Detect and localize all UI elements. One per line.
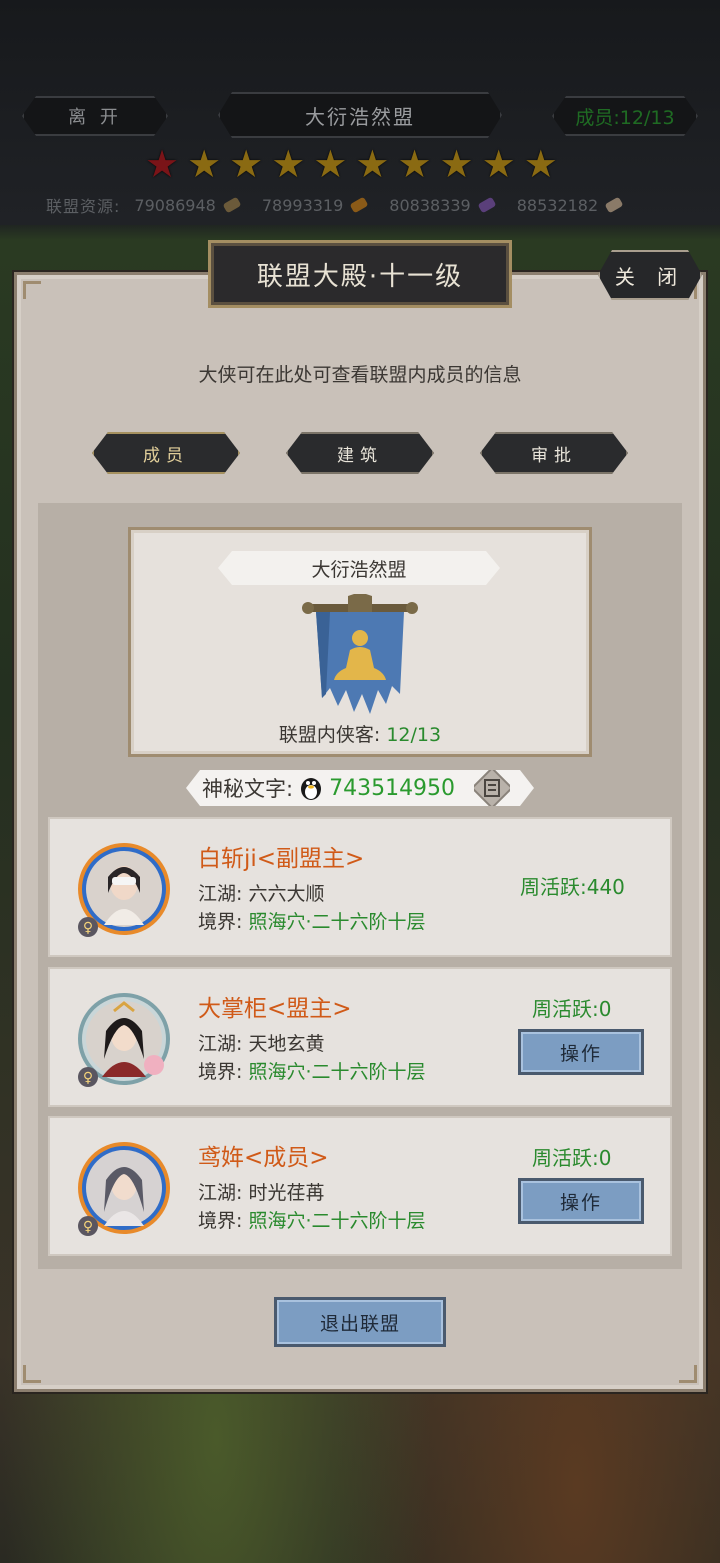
alliance-stars: ★ ★ ★ ★ ★ ★ ★ ★ ★ ★	[145, 145, 558, 183]
guest-count-label: 联盟内侠客:	[278, 724, 381, 746]
jianghu-value: 天地玄黄	[248, 1033, 325, 1055]
wood-icon	[349, 196, 369, 214]
panel-title: 联盟大殿·十一级	[208, 240, 512, 308]
jianghu-label: 江湖:	[198, 883, 243, 905]
star-icon: ★	[397, 142, 432, 186]
svg-text:♀: ♀	[83, 1219, 93, 1235]
weekly-activity: 周活跃:0	[532, 997, 612, 1021]
close-button[interactable]: 关 闭	[598, 250, 702, 300]
star-icon: ★	[271, 142, 306, 186]
avatar: ♀	[78, 1142, 170, 1236]
qq-penguin-icon	[299, 775, 323, 801]
member-row[interactable]: ♀ 白斩ji<副盟主> 江湖: 六六大顺 境界: 照海穴·二十六阶十层 周活跃:…	[48, 817, 672, 957]
jianghu-label: 江湖:	[198, 1182, 243, 1204]
member-name: 白斩ji<副盟主>	[198, 846, 365, 872]
jianghu-value: 六六大顺	[248, 883, 325, 905]
tab-buildings[interactable]: 建筑	[286, 432, 434, 474]
member-name: 大掌柜<盟主>	[198, 996, 352, 1022]
resource-item: 78993319	[261, 195, 369, 215]
corner-ornament	[679, 1365, 697, 1383]
weekly-activity: 周活跃:0	[532, 1146, 612, 1170]
panel-description: 大侠可在此处可查看联盟内成员的信息	[198, 364, 522, 386]
alliance-resources: 联盟资源: 79086948 78993319 80838339 8853218…	[46, 193, 644, 217]
alliance-flag-icon	[302, 594, 418, 714]
copy-icon[interactable]	[474, 770, 510, 806]
member-operate-button[interactable]: 操作	[518, 1178, 644, 1224]
resource-value: 80838339	[389, 195, 471, 215]
jianghu-value: 时光荏苒	[248, 1182, 325, 1204]
resource-value: 88532182	[516, 195, 599, 215]
tab-members[interactable]: 成员	[92, 432, 240, 474]
realm-value: 照海穴·二十六阶十层	[248, 1061, 426, 1083]
crystal-icon	[477, 196, 497, 214]
member-realm: 境界: 照海穴·二十六阶十层	[198, 1057, 426, 1084]
resource-value: 79086948	[134, 195, 216, 215]
mystery-text-value: 743514950	[329, 775, 456, 801]
svg-text:♀: ♀	[83, 920, 93, 936]
resource-item: 79086948	[134, 195, 242, 215]
tab-approval[interactable]: 审批	[480, 432, 628, 474]
member-realm: 境界: 照海穴·二十六阶十层	[198, 907, 426, 934]
corner-ornament	[23, 1365, 41, 1383]
member-jianghu: 江湖: 时光荏苒	[198, 1178, 324, 1205]
realm-label: 境界:	[198, 1210, 243, 1232]
resource-value: 78993319	[261, 195, 344, 215]
star-icon: ★	[481, 142, 516, 186]
member-jianghu: 江湖: 六六大顺	[198, 879, 324, 906]
scroll-icon	[222, 196, 242, 214]
star-icon: ★	[439, 142, 474, 186]
member-row[interactable]: ♀ 大掌柜<盟主> 江湖: 天地玄黄 境界: 照海穴·二十六阶十层 周活跃:0 …	[48, 967, 672, 1107]
ingot-icon	[604, 196, 624, 214]
member-count: 成员:12/13	[552, 96, 698, 136]
weekly-activity: 周活跃:440	[520, 875, 625, 899]
star-icon: ★	[355, 142, 390, 186]
leave-button[interactable]: 离 开	[22, 96, 168, 136]
jianghu-label: 江湖:	[198, 1033, 243, 1055]
resource-item: 80838339	[389, 195, 497, 215]
star-icon: ★	[229, 142, 264, 186]
avatar: ♀	[78, 993, 170, 1087]
mystery-text-label: 神秘文字:	[202, 777, 294, 801]
member-realm: 境界: 照海穴·二十六阶十层	[198, 1206, 426, 1233]
realm-value: 照海穴·二十六阶十层	[248, 911, 426, 933]
member-jianghu: 江湖: 天地玄黄	[198, 1029, 324, 1056]
realm-label: 境界:	[198, 1061, 243, 1083]
avatar: ♀	[78, 843, 170, 937]
guest-count-value: 12/13	[386, 724, 442, 746]
realm-value: 照海穴·二十六阶十层	[248, 1210, 426, 1232]
star-icon: ★	[145, 142, 180, 186]
alliance-name-ribbon: 大衍浩然盟	[218, 551, 500, 585]
alliance-guest-count: 联盟内侠客: 12/13	[128, 720, 592, 747]
member-name: 鸢姩<成员>	[198, 1145, 329, 1171]
member-row[interactable]: ♀ 鸢姩<成员> 江湖: 时光荏苒 境界: 照海穴·二十六阶十层 周活跃:0 操…	[48, 1116, 672, 1256]
resource-item: 88532182	[516, 195, 624, 215]
resources-label: 联盟资源:	[46, 197, 121, 216]
member-operate-button[interactable]: 操作	[518, 1029, 644, 1075]
alliance-name-title: 大衍浩然盟	[218, 92, 502, 138]
star-icon: ★	[523, 142, 558, 186]
svg-text:♀: ♀	[83, 1070, 93, 1086]
star-icon: ★	[187, 142, 222, 186]
corner-ornament	[23, 281, 41, 299]
star-icon: ★	[313, 142, 348, 186]
realm-label: 境界:	[198, 911, 243, 933]
quit-alliance-button[interactable]: 退出联盟	[274, 1297, 446, 1347]
